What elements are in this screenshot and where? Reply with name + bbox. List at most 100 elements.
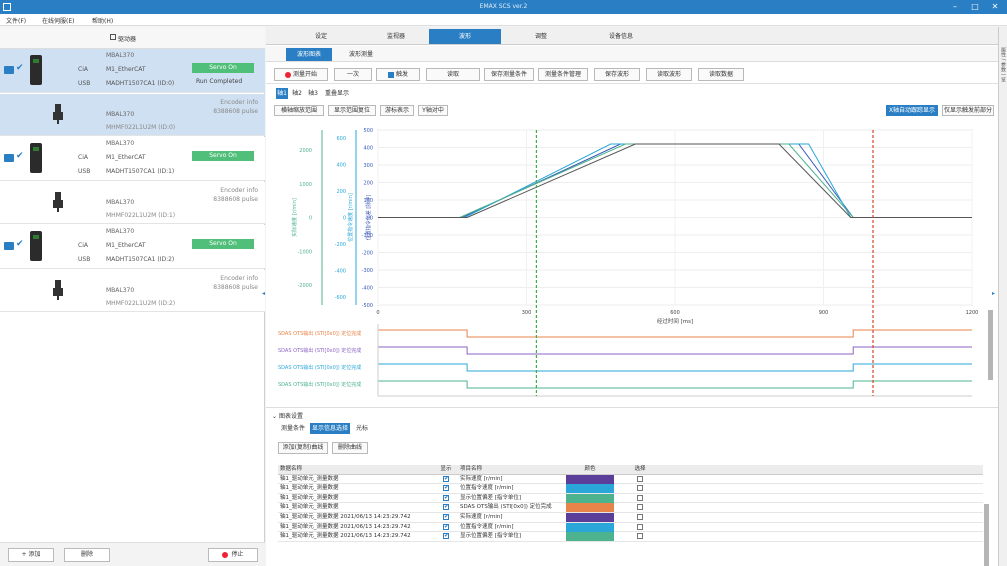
row-select-checkbox[interactable] — [630, 494, 650, 503]
row-data-name: 轴1_驱动单元_测量数据 2021/06/13 14:23:29.742 — [280, 533, 411, 540]
table-row[interactable]: 轴1_驱动单元_测量数据 2021/06/13 14:23:29.742 位置指令… — [278, 522, 983, 533]
tab-overlay[interactable]: 重叠显示 — [322, 88, 352, 99]
menu-online[interactable]: 在线伺服(E) — [42, 16, 74, 25]
motor-item-3[interactable]: MBAL370 MHMF022L1U2M (ID:2) Encoder info… — [0, 270, 265, 312]
motor-item-2[interactable]: MBAL370 MHMF022L1U2M (ID:1) Encoder info… — [0, 182, 265, 224]
tab-display-info[interactable]: 显示信息选择 — [310, 423, 350, 434]
digital-signal-label: SDAS OTS输出 (STI[0x0]) 定位完成 — [278, 381, 361, 388]
single-button[interactable]: 一次 — [334, 68, 372, 81]
subtab-chart[interactable]: 波形图表 — [286, 48, 332, 61]
col-select: 选择 — [634, 466, 646, 472]
y3-tick-label: -1000 — [297, 249, 312, 255]
drive-item-1[interactable]: ✔ MBAL370 CiA M1_EtherCAT USB MADHT1507C… — [0, 49, 265, 93]
tab-device-info[interactable]: 设备信息 — [581, 29, 661, 44]
table-scrollbar[interactable] — [984, 504, 989, 566]
condition-manage-button[interactable]: 测量条件管理 — [538, 68, 588, 81]
menu-help[interactable]: 帮助(H) — [92, 16, 113, 25]
collapse-right-icon[interactable]: ▸ — [992, 290, 995, 297]
row-color-swatch[interactable] — [566, 493, 614, 503]
chevron-down-icon[interactable]: ✔ — [16, 151, 24, 161]
save-condition-button[interactable]: 保存测量条件 — [484, 68, 534, 81]
table-row[interactable]: 轴1_驱动单元_测量数据 2021/06/13 14:23:29.742 实际速度… — [278, 512, 983, 523]
digital-signal-4 — [378, 380, 972, 389]
row-color-swatch[interactable] — [566, 512, 614, 522]
row-color-swatch[interactable] — [566, 522, 614, 532]
close-button[interactable]: ✕ — [988, 2, 1002, 12]
y3-tick-label: 1000 — [299, 182, 312, 188]
y-axis-title: 实际速度 [r/min] — [291, 198, 298, 237]
tab-cursor[interactable]: 光标 — [352, 423, 372, 434]
y-tick-label: -200 — [362, 251, 373, 257]
row-select-checkbox[interactable] — [630, 513, 650, 522]
trigger-checkbox[interactable]: 触发 — [376, 68, 420, 81]
add-curve-button[interactable]: 添加(复制)曲线 — [278, 442, 328, 454]
waveform-chart[interactable]: 5004003002001000-100-200-300-400-5006004… — [266, 120, 998, 405]
y2-tick-label: -600 — [335, 295, 346, 301]
table-row[interactable]: 轴1_驱动单元_测量数据 位置指令速度 [r/min] — [278, 483, 983, 494]
row-select-checkbox[interactable] — [630, 484, 650, 493]
table-row[interactable]: 轴1_驱动单元_测量数据 显示位置偏差 [指令单位] — [278, 493, 983, 504]
drive-item-2[interactable]: ✔ MBAL370 CiA M1_EtherCAT USB MADHT1507C… — [0, 137, 265, 181]
drive-model: MBAL370 — [106, 140, 135, 147]
y-tick-label: 300 — [363, 163, 373, 169]
chevron-down-icon[interactable]: ✔ — [16, 239, 24, 249]
row-select-checkbox[interactable] — [630, 503, 650, 512]
main-tabs: 设定 监视器 波形 调整 设备信息 — [266, 27, 998, 45]
tab-axis-3[interactable]: 轴3 — [306, 88, 320, 99]
row-show-checkbox[interactable] — [436, 531, 456, 541]
x-tick-label: 1200 — [966, 310, 979, 316]
x-tick-label: 0 — [376, 310, 379, 316]
row-color-swatch[interactable] — [566, 503, 614, 513]
main-pane: 设定 监视器 波形 调整 设备信息 波形图表 波形测量 测量开始 一次 触发 读… — [266, 27, 998, 566]
table-row[interactable]: 轴1_驱动单元_测量数据 实际速度 [r/min] — [278, 474, 983, 485]
tab-settings[interactable]: 设定 — [286, 29, 356, 44]
minimize-button[interactable]: – — [948, 2, 962, 12]
tab-axis-1[interactable]: 轴1 — [276, 88, 288, 99]
menu-bar: 文件(F) 在线伺服(E) 帮助(H) — [0, 14, 1007, 26]
tab-axis-2[interactable]: 轴2 — [290, 88, 304, 99]
tab-tuning[interactable]: 调整 — [506, 29, 576, 44]
load-data-button[interactable]: 读取数据 — [698, 68, 744, 81]
row-color-swatch[interactable] — [566, 474, 614, 484]
motor-icon — [52, 280, 64, 300]
waveform-subtabs: 波形图表 波形测量 — [266, 46, 998, 62]
tab-measure-condition[interactable]: 测量条件 — [278, 423, 308, 434]
row-select-checkbox[interactable] — [630, 532, 650, 541]
tab-monitor[interactable]: 监视器 — [361, 29, 431, 44]
delete-drive-button[interactable]: 删除 — [64, 548, 110, 562]
row-data-name: 轴1_驱动单元_测量数据 — [280, 504, 339, 511]
subtab-measure[interactable]: 波形测量 — [338, 48, 384, 61]
save-waveform-button[interactable]: 保存波形 — [594, 68, 640, 81]
drive-item-3[interactable]: ✔ MBAL370 CiA M1_EtherCAT USB MADHT1507C… — [0, 225, 265, 269]
add-drive-button[interactable]: + 添加 — [8, 548, 54, 562]
maximize-button[interactable]: □ — [968, 2, 982, 12]
cursor-button[interactable]: 游标表示 — [380, 105, 414, 116]
chart-scrollbar[interactable] — [988, 310, 993, 380]
read-button[interactable]: 读取 — [426, 68, 480, 81]
row-color-swatch[interactable] — [566, 484, 614, 494]
motor-model: MBAL370 — [106, 199, 135, 206]
row-color-swatch[interactable] — [566, 532, 614, 542]
right-sidebar-label[interactable]: 属性 / 参数一览 — [1000, 47, 1007, 82]
table-row[interactable]: 轴1_驱动单元_测量数据 2021/06/13 14:23:29.742 显示位置… — [278, 531, 983, 542]
menu-file[interactable]: 文件(F) — [6, 16, 26, 25]
delete-curve-button[interactable]: 删除曲线 — [332, 442, 368, 454]
collapse-left-icon[interactable]: ◂ — [262, 290, 265, 297]
load-waveform-button[interactable]: 读取波形 — [646, 68, 692, 81]
x-auto-follow-button[interactable]: X轴自动跟踪显示 — [886, 105, 938, 116]
graph-settings-header[interactable]: ⌄ 图表设置 — [272, 411, 303, 420]
motor-item-1[interactable]: MBAL370 MHMF022L1U2M (ID:0) Encoder info… — [0, 94, 265, 136]
y-center-button[interactable]: Y轴对中 — [418, 105, 448, 116]
zoom-range-button[interactable]: 横轴缩放范围 — [274, 105, 324, 116]
table-row[interactable]: 轴1_驱动单元_测量数据 SDAS OTS输出 (STI[0x0]) 定位完成 — [278, 502, 983, 513]
pre-trigger-button[interactable]: 仅显示触发前部分 — [942, 105, 994, 116]
encoder-value: 8388608 pulse — [213, 196, 258, 203]
measure-start-button[interactable]: 测量开始 — [274, 68, 328, 81]
reset-range-button[interactable]: 显示范围复位 — [328, 105, 376, 116]
stop-button[interactable]: 停止 — [208, 548, 258, 562]
chevron-down-icon[interactable]: ✔ — [16, 63, 24, 73]
row-select-checkbox[interactable] — [630, 523, 650, 532]
servo-drive-icon — [30, 55, 42, 85]
row-select-checkbox[interactable] — [630, 475, 650, 484]
tab-waveform[interactable]: 波形 — [429, 29, 501, 44]
